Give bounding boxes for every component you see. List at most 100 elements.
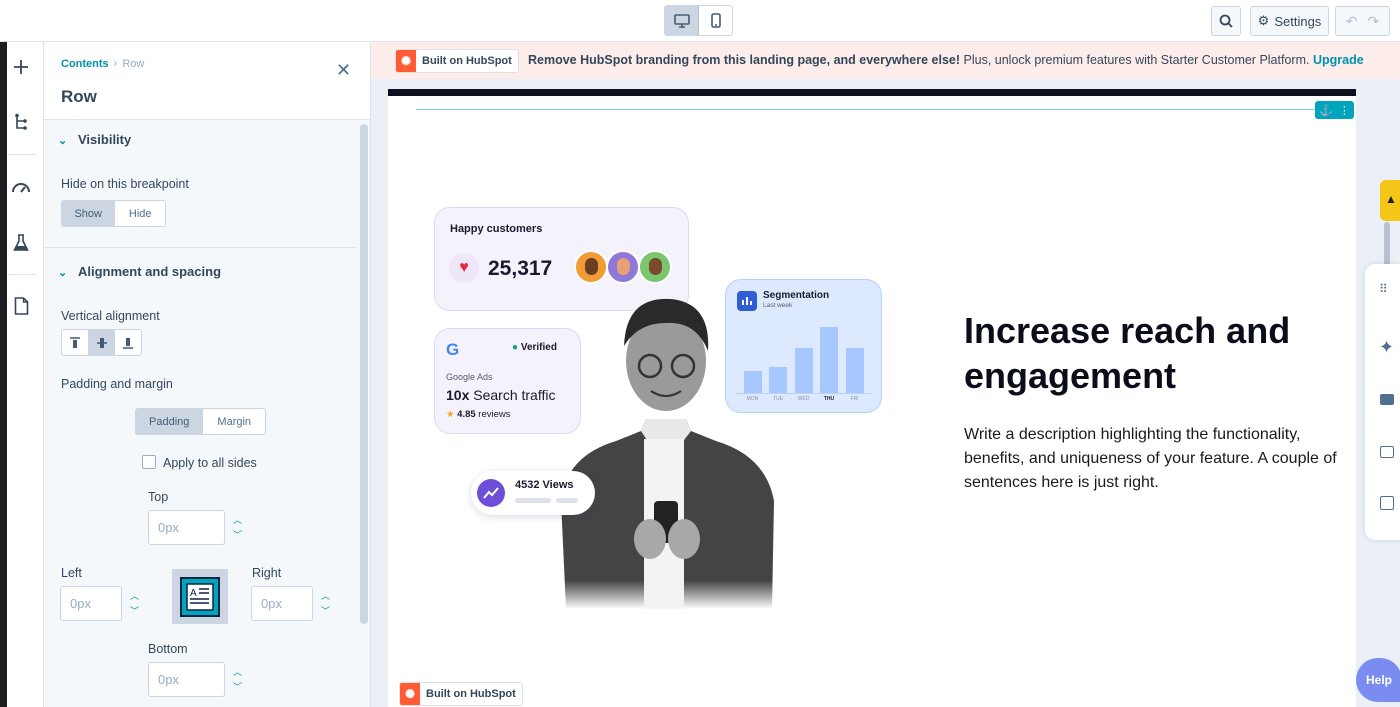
chevron-down-icon[interactable]: ﹀	[130, 604, 139, 619]
avatar	[574, 250, 608, 284]
chevron-down-icon[interactable]: ﹀	[233, 680, 242, 695]
apply-all-checkbox[interactable]	[142, 455, 156, 469]
top-padding-field[interactable]: 0px	[148, 510, 225, 545]
right-padding-field[interactable]: 0px	[251, 586, 313, 621]
top-padding-stepper[interactable]: ︿ ﹀	[225, 510, 250, 545]
tab-padding[interactable]: Padding	[136, 409, 204, 434]
avatar	[606, 250, 640, 284]
chevron-up-icon[interactable]: ︿	[233, 513, 242, 528]
search-icon	[1219, 14, 1233, 28]
gauge-icon[interactable]	[10, 176, 32, 198]
breadcrumb-current: Row	[122, 58, 145, 70]
close-icon[interactable]: ✕	[336, 60, 351, 81]
traffic-multiplier: 10x	[446, 387, 470, 403]
views-placeholder-bar	[515, 498, 551, 503]
chevron-down-icon[interactable]: ﹀	[233, 528, 242, 543]
hero-description[interactable]: Write a description highlighting the fun…	[964, 423, 1364, 495]
segmentation-bar	[794, 348, 813, 393]
desktop-icon	[673, 13, 690, 28]
chevron-up-icon[interactable]: ︿	[233, 665, 242, 680]
upgrade-link[interactable]: Upgrade	[1313, 53, 1364, 67]
bottom-label: Bottom	[148, 642, 188, 656]
chevron-down-icon: ⌄	[58, 135, 68, 147]
align-bottom-button[interactable]	[115, 330, 141, 355]
alignment-section-toggle[interactable]: ⌄ Alignment and spacing	[58, 264, 221, 279]
sparkle-icon[interactable]: ✦	[1379, 337, 1394, 358]
selection-outline	[416, 109, 1331, 110]
settings-label: Settings	[1274, 13, 1322, 29]
search-traffic-headline: 10x Search traffic	[446, 387, 555, 403]
left-label: Left	[61, 566, 82, 580]
views-placeholder-bar	[556, 498, 578, 503]
chevron-down-icon: ⌄	[58, 267, 68, 279]
document-icon[interactable]	[10, 295, 32, 317]
align-top-button[interactable]	[62, 330, 89, 355]
vertical-alignment-label: Vertical alignment	[61, 309, 160, 323]
padding-margin-tabs: Padding Margin	[135, 408, 266, 435]
redo-icon[interactable]: ↷	[1368, 13, 1380, 30]
align-top-icon	[69, 336, 80, 348]
happy-customers-title: Happy customers	[450, 223, 543, 235]
breadcrumb-contents-link[interactable]: Contents	[61, 58, 109, 70]
plus-icon[interactable]	[10, 56, 32, 78]
views-label: 4532 Views	[515, 479, 574, 491]
show-button[interactable]: Show	[62, 201, 116, 226]
arrow-icon: ▲	[1385, 192, 1397, 206]
device-toggle	[664, 5, 733, 36]
undo-icon[interactable]: ↶	[1346, 13, 1358, 30]
align-middle-icon	[96, 337, 107, 348]
row-settings-panel: Contents › Row Row ✕ ⌄ Visibility Hide on t…	[44, 42, 371, 707]
left-padding-field[interactable]: 0px	[60, 586, 122, 621]
google-ads-label: Google Ads	[446, 372, 493, 382]
padding-margin-label: Padding and margin	[61, 377, 173, 391]
left-rail	[0, 42, 44, 707]
bottom-padding-field[interactable]: 0px	[148, 662, 225, 697]
editor-toolbar: ⚙ Settings ↶ ↷	[0, 0, 1400, 42]
flask-icon[interactable]	[10, 232, 32, 254]
rail-divider	[8, 154, 36, 155]
desktop-view-button[interactable]	[665, 6, 699, 35]
google-icon: G	[446, 340, 460, 359]
chevron-up-icon[interactable]: ︿	[321, 589, 330, 604]
search-button[interactable]	[1211, 6, 1241, 36]
preview-canvas: ✺ Built on HubSpot Remove HubSpot brandin…	[371, 42, 1400, 707]
box-model-icon: A	[180, 576, 220, 617]
help-button[interactable]: Help	[1356, 658, 1400, 702]
settings-button[interactable]: ⚙ Settings	[1250, 6, 1329, 36]
mobile-view-button[interactable]	[699, 6, 732, 35]
section-divider	[44, 247, 356, 248]
bottom-padding-stepper[interactable]: ︿ ﹀	[225, 662, 250, 697]
rail-divider	[8, 274, 36, 275]
chevron-down-icon[interactable]: ﹀	[321, 604, 330, 619]
tree-icon[interactable]	[10, 111, 32, 133]
built-on-hubspot-badge[interactable]: ✺ Built on HubSpot	[395, 49, 519, 73]
traffic-text: Search traffic	[469, 387, 556, 403]
align-middle-button[interactable]	[88, 330, 116, 355]
footer-built-on-hubspot-badge[interactable]: ✺ Built on HubSpot	[399, 682, 523, 706]
right-padding-stepper[interactable]: ︿ ﹀	[313, 586, 338, 621]
grid-icon[interactable]: ⠿	[1379, 282, 1388, 296]
panel-title: Row	[61, 87, 97, 106]
window-icon[interactable]	[1380, 446, 1394, 458]
hero-heading[interactable]: Increase reach and engagement	[964, 308, 1344, 398]
chevron-up-icon[interactable]: ︿	[130, 589, 139, 604]
undo-redo-group: ↶ ↷	[1335, 6, 1390, 36]
chat-icon[interactable]	[1380, 394, 1394, 405]
badge-label: Built on HubSpot	[422, 55, 512, 67]
left-padding-stepper[interactable]: ︿ ﹀	[122, 586, 147, 621]
mobile-icon	[710, 13, 721, 28]
reviews-label: reviews	[475, 409, 511, 420]
hide-button[interactable]: Hide	[115, 201, 165, 226]
side-tab[interactable]: ▲	[1380, 180, 1400, 221]
panel-scrollbar[interactable]	[360, 124, 368, 624]
heart-icon: ♥	[449, 253, 479, 283]
row-anchor-handle[interactable]: ⚓ ⋮	[1315, 101, 1354, 119]
tab-margin[interactable]: Margin	[203, 409, 265, 434]
visibility-section-toggle[interactable]: ⌄ Visibility	[58, 132, 131, 147]
segmentation-bar	[845, 348, 864, 393]
right-padding-input: 0px ︿ ﹀	[251, 586, 353, 621]
gear-icon: ⚙	[1257, 13, 1270, 28]
box-model-preview: A	[172, 569, 228, 624]
upgrade-banner: ✺ Built on HubSpot Remove HubSpot brandin…	[371, 42, 1400, 79]
calendar-icon[interactable]	[1380, 496, 1394, 510]
